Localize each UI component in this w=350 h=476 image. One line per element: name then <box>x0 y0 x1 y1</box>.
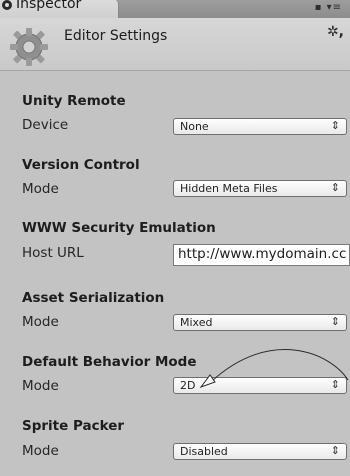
version-control-mode-value: Hidden Meta Files <box>180 182 278 195</box>
asset-serialization-mode-value: Mixed <box>180 316 213 329</box>
sprite-packer-mode-dropdown[interactable]: Disabled ⇕ <box>173 443 347 460</box>
version-control-mode-label: Mode <box>22 181 59 197</box>
asset-serialization-mode-dropdown[interactable]: Mixed ⇕ <box>173 314 347 331</box>
asset-serialization-mode-label: Mode <box>22 314 59 330</box>
device-dropdown-value: None <box>180 120 209 133</box>
tab-inspector[interactable]: Inspector <box>0 0 119 18</box>
gear-icon <box>10 28 48 66</box>
default-behavior-mode-value: 2D <box>180 379 196 392</box>
section-unity-remote: Unity Remote <box>22 93 126 109</box>
sprite-packer-mode-value: Disabled <box>180 445 228 458</box>
dropdown-arrow-icon: ⇕ <box>330 119 340 132</box>
host-url-label: Host URL <box>22 245 84 261</box>
default-behavior-mode-label: Mode <box>22 378 59 394</box>
dropdown-arrow-icon: ⇕ <box>330 181 340 194</box>
inspector-icon <box>2 0 12 10</box>
dropdown-arrow-icon: ⇕ <box>330 444 340 457</box>
tab-bar: Inspector ▪ ▾≡ <box>0 0 350 18</box>
dropdown-arrow-icon: ⇕ <box>330 378 340 391</box>
page-title: Editor Settings <box>64 28 168 44</box>
annotation-arrow <box>199 349 349 389</box>
host-url-field[interactable]: http://www.mydomain.cc <box>173 244 350 266</box>
inspector-header: Editor Settings ✲, <box>0 18 350 71</box>
settings-gear-icon[interactable]: ✲, <box>327 24 344 40</box>
menu-icon[interactable]: ▪ ▾≡ <box>315 2 342 13</box>
version-control-mode-dropdown[interactable]: Hidden Meta Files ⇕ <box>173 180 347 197</box>
section-asset-serialization: Asset Serialization <box>22 290 165 306</box>
default-behavior-mode-dropdown[interactable]: 2D ⇕ <box>173 377 347 394</box>
dropdown-arrow-icon: ⇕ <box>330 315 340 328</box>
section-www-security: WWW Security Emulation <box>22 220 216 236</box>
section-version-control: Version Control <box>22 157 140 173</box>
device-dropdown[interactable]: None ⇕ <box>173 118 347 135</box>
host-url-value: http://www.mydomain.cc <box>178 246 347 262</box>
device-label: Device <box>22 117 69 133</box>
section-sprite-packer: Sprite Packer <box>22 418 125 434</box>
tab-inspector-label: Inspector <box>16 0 82 12</box>
sprite-packer-mode-label: Mode <box>22 443 59 459</box>
section-default-behavior-mode: Default Behavior Mode <box>22 354 197 370</box>
